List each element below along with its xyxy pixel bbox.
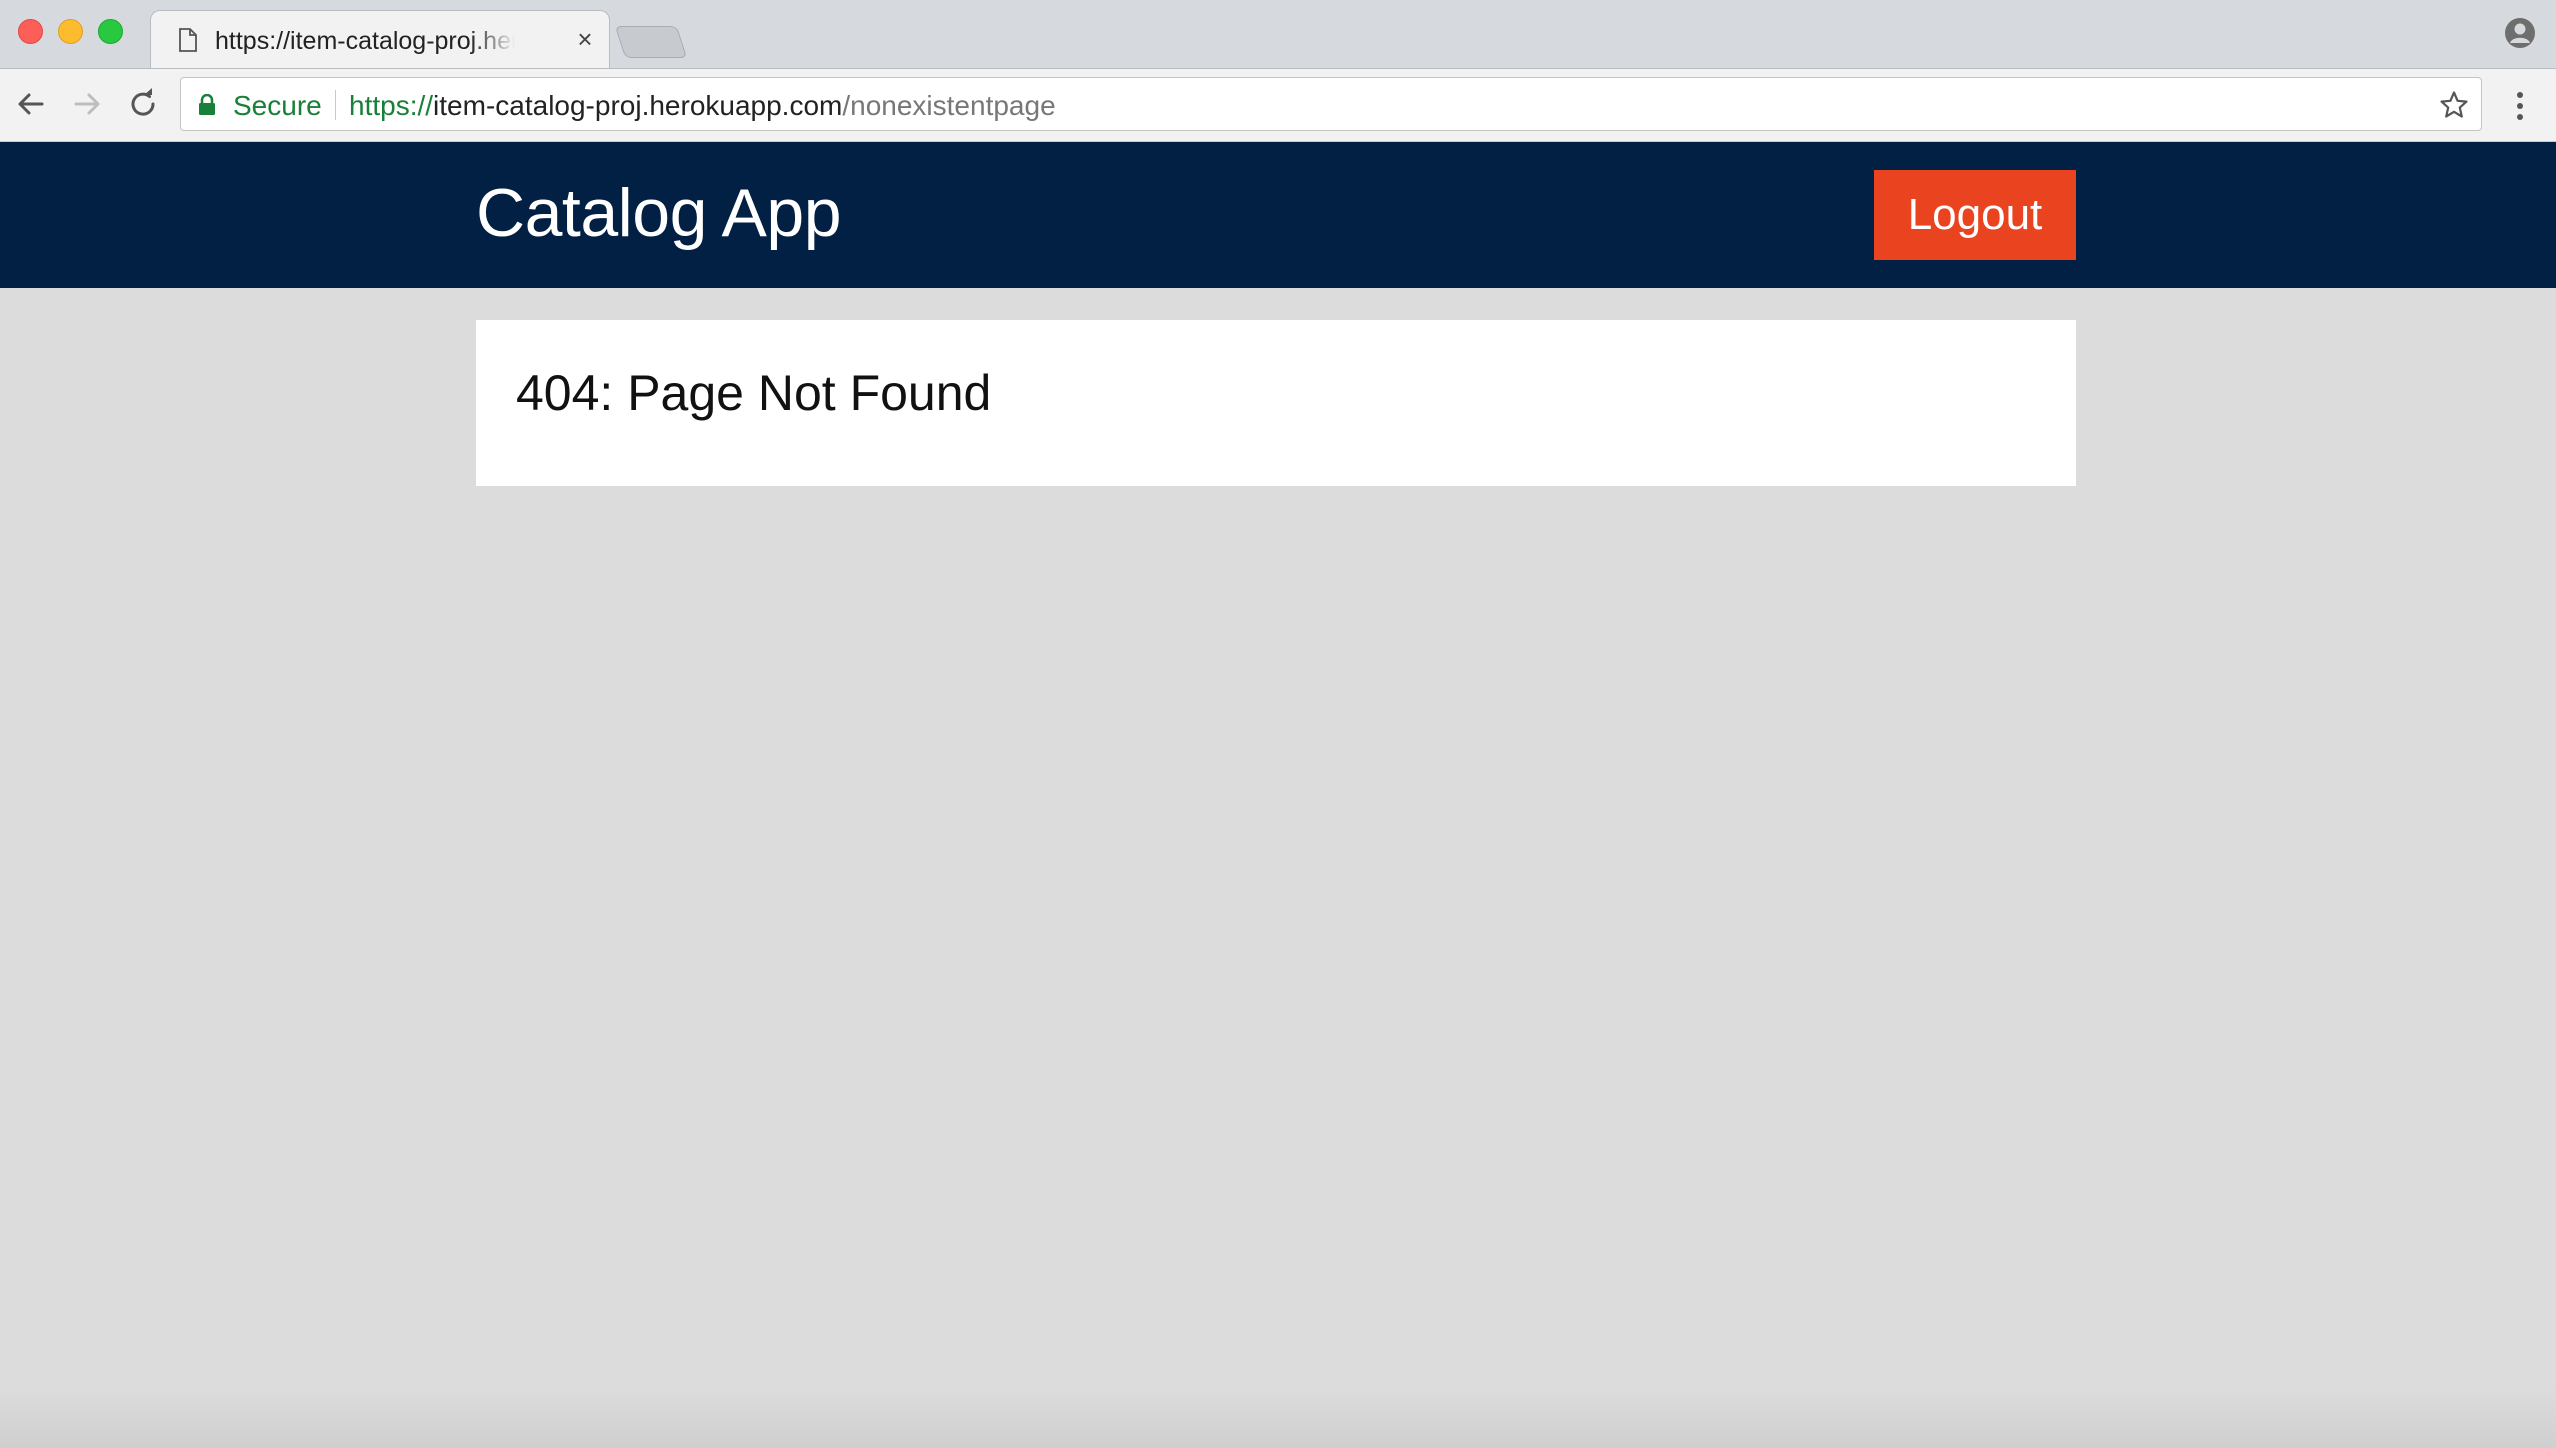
- secure-label[interactable]: Secure: [233, 90, 322, 122]
- omnibox-divider: [335, 90, 336, 120]
- tab-title: https://item-catalog-proj.herokuapp.com/…: [215, 27, 515, 55]
- tab-close-icon[interactable]: ×: [571, 24, 599, 54]
- profile-icon[interactable]: [2504, 17, 2536, 49]
- url-path: /nonexistentpage: [842, 90, 1056, 121]
- error-heading: 404: Page Not Found: [516, 365, 992, 421]
- back-arrow-icon[interactable]: [12, 85, 50, 123]
- page-icon: [179, 28, 197, 52]
- new-tab-button[interactable]: [614, 26, 688, 58]
- logout-button[interactable]: Logout: [1874, 170, 2076, 260]
- url-host: item-catalog-proj.herokuapp.com: [433, 90, 843, 121]
- browser-tab-strip: https://item-catalog-proj.herokuapp.com/…: [0, 0, 2556, 70]
- lock-icon[interactable]: [198, 94, 216, 116]
- content-card: 404: Page Not Found: [476, 320, 2076, 486]
- window-close-button[interactable]: [18, 19, 43, 44]
- star-icon[interactable]: [2439, 90, 2469, 120]
- reload-icon[interactable]: [124, 85, 162, 123]
- url-text[interactable]: https://item-catalog-proj.herokuapp.com/…: [349, 90, 1056, 122]
- url-scheme: https://: [349, 90, 434, 121]
- address-bar[interactable]: Secure https://item-catalog-proj.herokua…: [180, 77, 2482, 131]
- window-bottom-shadow: [0, 1388, 2556, 1448]
- app-navbar: Catalog App Logout: [0, 142, 2556, 288]
- window-maximize-button[interactable]: [98, 19, 123, 44]
- browser-toolbar: Secure https://item-catalog-proj.herokua…: [0, 68, 2556, 142]
- forward-arrow-icon[interactable]: [68, 85, 106, 123]
- kebab-menu-icon[interactable]: [2508, 89, 2532, 125]
- brand-title[interactable]: Catalog App: [476, 174, 842, 252]
- window-minimize-button[interactable]: [58, 19, 83, 44]
- browser-tab-active[interactable]: https://item-catalog-proj.herokuapp.com/…: [150, 10, 610, 70]
